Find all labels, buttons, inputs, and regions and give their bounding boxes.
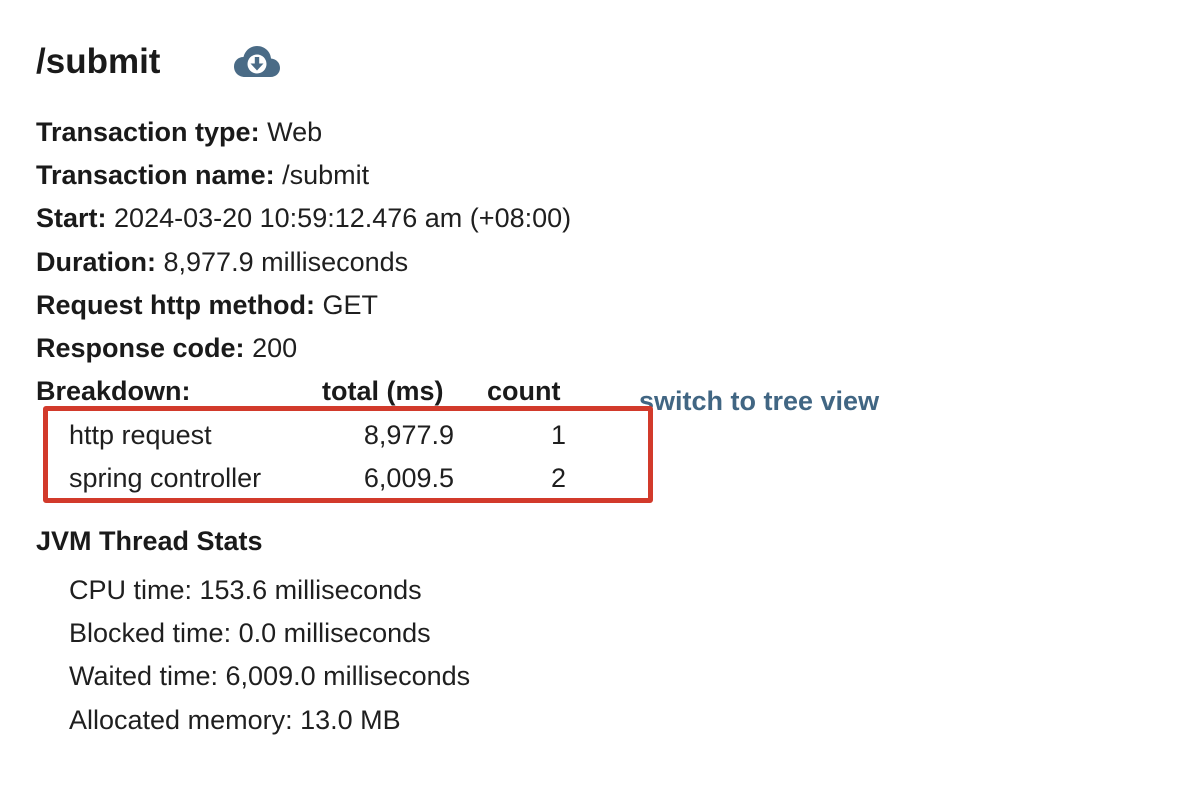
- detail-value: GET: [322, 290, 379, 320]
- jvm-stat-cpu-time: CPU time: 153.6 milliseconds: [69, 575, 422, 605]
- detail-label: Response code:: [36, 333, 245, 363]
- jvm-stat-waited-time: Waited time: 6,009.0 milliseconds: [69, 661, 471, 691]
- detail-label: Request http method:: [36, 290, 315, 320]
- breakdown-row-total: 8,977.9: [363, 420, 454, 450]
- detail-start: Start: 2024-03-20 10:59:12.476 am (+08:0…: [36, 201, 571, 235]
- detail-label: Start:: [36, 203, 107, 233]
- switch-to-tree-view-link[interactable]: switch to tree view: [639, 384, 879, 418]
- jvm-stat-blocked-time: Blocked time: 0.0 milliseconds: [69, 618, 431, 648]
- breakdown-row-name: http request: [69, 420, 212, 450]
- detail-value: /submit: [282, 160, 370, 190]
- breakdown-count-header: count: [487, 376, 561, 406]
- breakdown-row-count: 1: [550, 420, 566, 450]
- detail-label: Transaction type:: [36, 117, 260, 147]
- cloud-download-icon[interactable]: [233, 44, 281, 80]
- breakdown-label: Breakdown:: [36, 376, 191, 406]
- detail-duration: Duration: 8,977.9 milliseconds: [36, 245, 408, 279]
- detail-value: 8,977.9 milliseconds: [163, 247, 409, 277]
- jvm-thread-stats-heading: JVM Thread Stats: [36, 526, 263, 556]
- page-title: /submit: [36, 42, 161, 81]
- detail-value: 2024-03-20 10:59:12.476 am (+08:00): [114, 203, 572, 233]
- breakdown-row-name: spring controller: [69, 463, 262, 493]
- detail-label: Duration:: [36, 247, 156, 277]
- detail-response-code: Response code: 200: [36, 331, 297, 365]
- detail-value: Web: [267, 117, 323, 147]
- breakdown-row-count: 2: [550, 463, 566, 493]
- detail-transaction-type: Transaction type: Web: [36, 115, 322, 149]
- detail-value: 200: [252, 333, 298, 363]
- detail-label: Transaction name:: [36, 160, 275, 190]
- detail-transaction-name: Transaction name: /submit: [36, 158, 369, 192]
- detail-request-method: Request http method: GET: [36, 288, 378, 322]
- breakdown-total-header: total (ms): [322, 376, 444, 406]
- breakdown-row-total: 6,009.5: [363, 463, 454, 493]
- jvm-stat-allocated-memory: Allocated memory: 13.0 MB: [69, 705, 401, 735]
